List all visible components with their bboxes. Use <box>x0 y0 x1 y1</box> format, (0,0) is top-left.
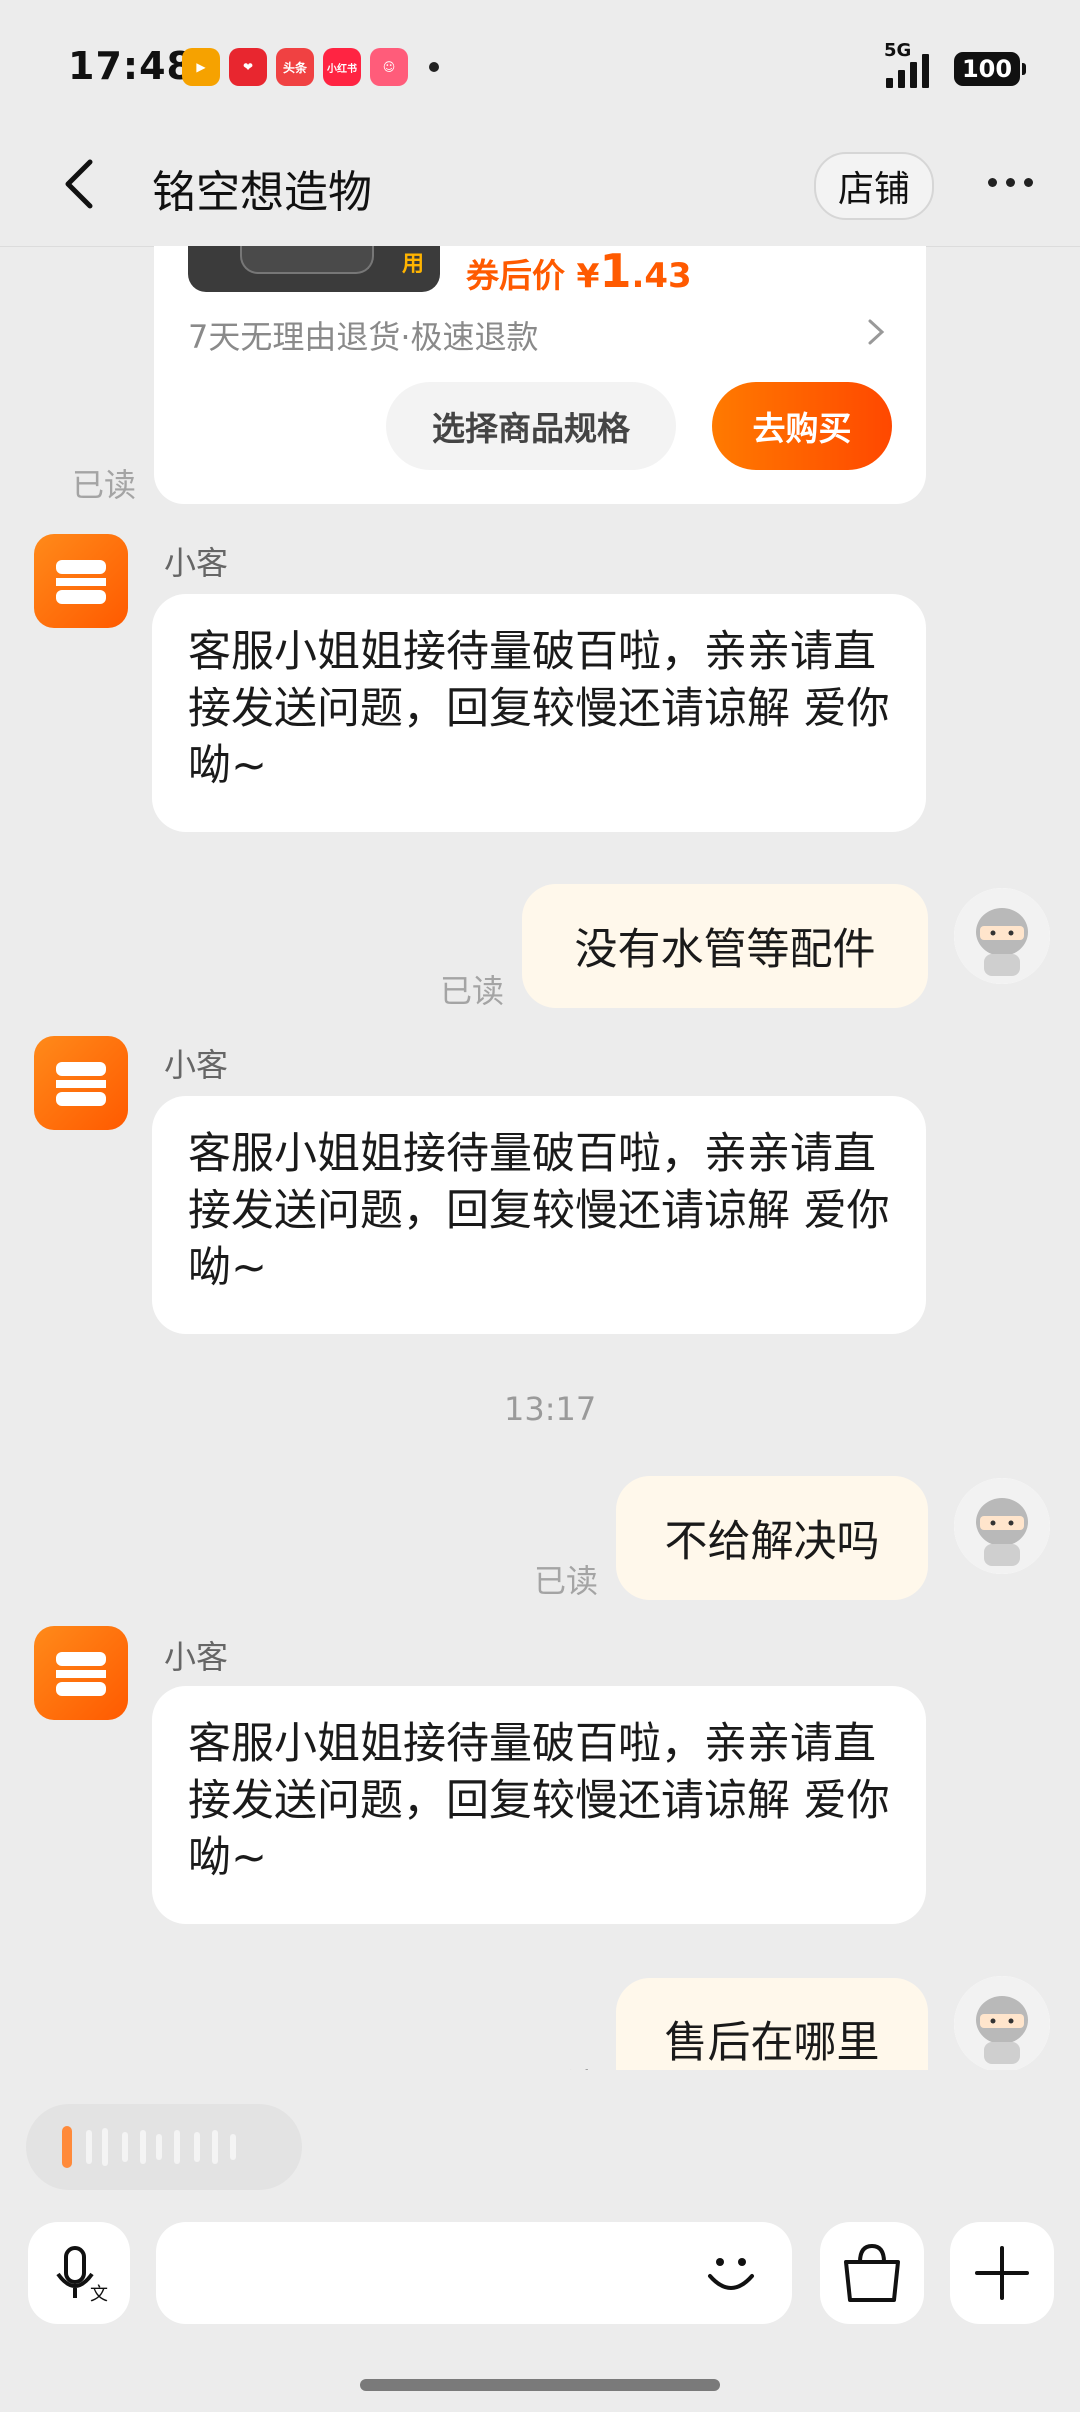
heart-app-icon: ❤ <box>229 48 267 86</box>
shopping-bag-button[interactable] <box>820 2222 924 2324</box>
user-avatar[interactable] <box>954 1478 1050 1574</box>
read-receipt: 已读 <box>440 972 505 1010</box>
emoji-icon[interactable] <box>696 2238 766 2308</box>
shop-avatar[interactable] <box>34 1626 128 1720</box>
battery-level: 100 <box>961 55 1013 83</box>
voice-input-button[interactable]: 文 <box>28 2222 130 2324</box>
message-bubble[interactable]: 客服小姐姐接待量破百啦，亲亲请直接发送问题，回复较慢还请谅解 爱你呦~ <box>152 594 926 832</box>
battery-icon: 100 <box>954 52 1026 86</box>
price-currency: ¥ <box>576 256 600 295</box>
more-notifications-dot <box>429 62 439 72</box>
game-app-icon: ☺ <box>370 48 408 86</box>
shop-button[interactable]: 店铺 <box>814 152 934 220</box>
thumb-tag: 用 <box>401 252 424 277</box>
video-app-icon: ▶ <box>182 48 220 86</box>
more-options-icon[interactable] <box>988 178 1033 187</box>
price-prefix: 券后价 <box>466 256 565 295</box>
sender-name: 小客 <box>164 1046 229 1084</box>
microphone-icon: 文 <box>56 2246 108 2304</box>
svg-text:文: 文 <box>90 2284 108 2304</box>
my-message-bubble[interactable]: 售后在哪里 <box>616 1978 928 2070</box>
notification-app-icons: ▶ ❤ 头条 小红书 ☺ <box>182 48 439 86</box>
shop-avatar[interactable] <box>34 1036 128 1130</box>
timestamp: 13:17 <box>504 1390 597 1428</box>
select-spec-button[interactable]: 选择商品规格 <box>386 382 676 470</box>
read-receipt: 已读 <box>534 1562 599 1600</box>
price-integer: 1 <box>599 244 632 298</box>
shopping-bag-icon <box>844 2243 900 2302</box>
product-thumbnail[interactable]: 用 <box>188 246 440 292</box>
coupon-price: 券后价 ¥1.43 <box>466 244 692 298</box>
voice-waveform[interactable] <box>26 2104 302 2190</box>
sender-name: 小客 <box>164 544 229 582</box>
sender-name: 小客 <box>164 1638 229 1676</box>
user-avatar[interactable] <box>954 888 1050 984</box>
xiaohongshu-app-icon: 小红书 <box>323 48 361 86</box>
read-receipt: 已读 <box>72 466 137 504</box>
back-arrow-icon[interactable] <box>60 156 100 212</box>
message-bubble[interactable]: 客服小姐姐接待量破百啦，亲亲请直接发送问题，回复较慢还请谅解 爱你呦~ <box>152 1096 926 1334</box>
home-indicator[interactable] <box>360 2379 720 2391</box>
page-title: 铭空想造物 <box>152 167 372 218</box>
user-avatar[interactable] <box>954 1976 1050 2070</box>
buy-button[interactable]: 去购买 <box>712 382 892 470</box>
shop-avatar[interactable] <box>34 534 128 628</box>
more-actions-button[interactable] <box>950 2222 1054 2324</box>
message-bubble[interactable]: 客服小姐姐接待量破百啦，亲亲请直接发送问题，回复较慢还请谅解 爱你呦~ <box>152 1686 926 1924</box>
read-receipt: 已读 <box>534 2060 598 2070</box>
status-time: 17:48 <box>68 44 194 88</box>
my-message-bubble[interactable]: 没有水管等配件 <box>522 884 928 1008</box>
price-decimal: .43 <box>631 256 692 296</box>
toutiao-app-icon: 头条 <box>276 48 314 86</box>
plus-icon <box>975 2246 1029 2300</box>
chevron-right-icon[interactable] <box>866 318 886 346</box>
my-message-bubble[interactable]: 不给解决吗 <box>616 1476 928 1600</box>
signal-icon: 5G <box>872 40 942 88</box>
return-policy[interactable]: 7天无理由退货·极速退款 <box>188 312 539 358</box>
message-clip: 已读 售后在哪里 <box>0 1960 1080 2070</box>
